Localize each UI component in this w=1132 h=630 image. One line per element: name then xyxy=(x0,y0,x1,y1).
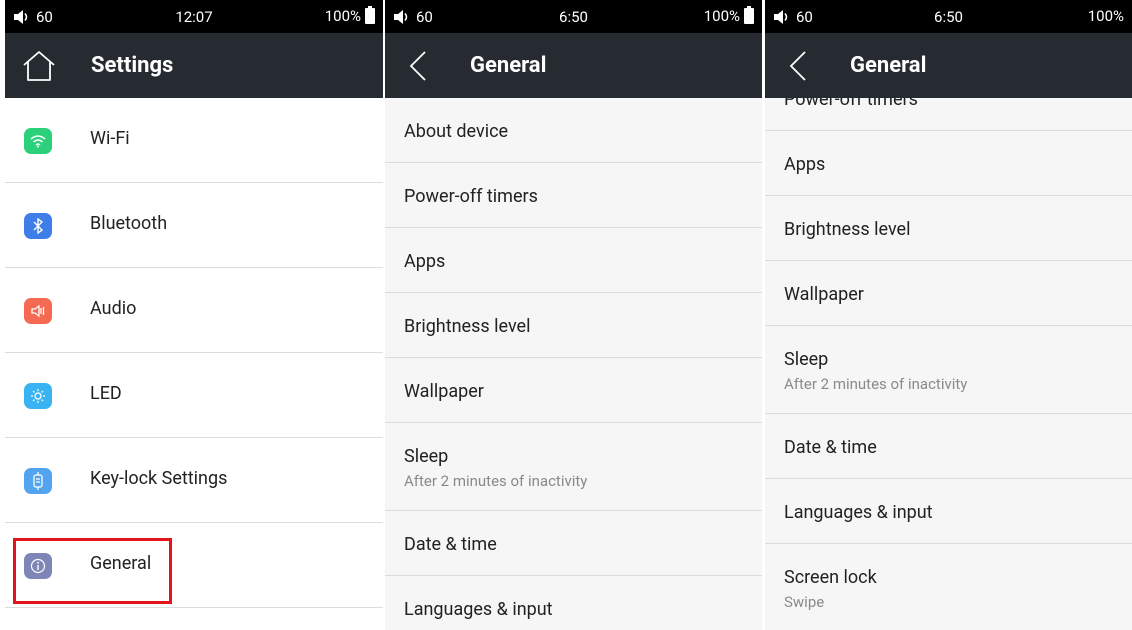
info-icon xyxy=(24,553,52,579)
list-item[interactable]: Brightness level xyxy=(385,293,762,358)
settings-item-label: General xyxy=(90,553,152,574)
list-item[interactable]: Screen lock Swipe xyxy=(765,544,1132,630)
clock: 6:50 xyxy=(934,8,963,26)
list-item-label: About device xyxy=(404,121,509,142)
list-item-label: Date & time xyxy=(784,437,877,458)
list-item[interactable]: Wallpaper xyxy=(385,358,762,423)
speaker-icon xyxy=(24,298,52,324)
general-list: About device Power-off timers Apps Brigh… xyxy=(385,98,762,630)
list-item[interactable]: Date & time xyxy=(765,414,1132,479)
app-bar: General xyxy=(385,33,762,98)
list-item-label: Languages & input xyxy=(404,599,553,620)
battery-percent: 100% xyxy=(703,7,740,25)
back-icon[interactable] xyxy=(401,48,437,84)
settings-item-label: LED xyxy=(90,383,122,404)
battery-indicator: 100% xyxy=(703,6,754,25)
list-item[interactable]: Power-off timers xyxy=(385,163,762,228)
list-item-label: Sleep xyxy=(404,446,449,467)
app-bar: Settings xyxy=(5,33,383,98)
wifi-icon xyxy=(24,128,52,154)
list-item-label: Apps xyxy=(404,251,446,272)
list-item[interactable]: About device xyxy=(385,98,762,163)
settings-screen: 60 12:07 100% Settings Wi-Fi Bluetooth A… xyxy=(5,0,383,630)
list-item-subtitle: Swipe xyxy=(784,593,825,611)
list-item-label: Screen lock xyxy=(784,567,877,588)
list-item-label: Languages & input xyxy=(784,502,933,523)
battery-icon xyxy=(744,6,754,24)
list-item-label: Wallpaper xyxy=(784,284,864,305)
list-item-label: Sleep xyxy=(784,349,829,370)
key-lock-icon xyxy=(24,468,52,494)
battery-indicator: 100% xyxy=(1088,7,1124,25)
list-item[interactable]: Sleep After 2 minutes of inactivity xyxy=(765,326,1132,414)
list-item[interactable]: Apps xyxy=(765,131,1132,196)
status-bar: 60 6:50 100% xyxy=(765,0,1132,33)
battery-icon xyxy=(365,6,375,24)
list-item[interactable]: Apps xyxy=(385,228,762,293)
settings-item-audio[interactable]: Audio xyxy=(5,268,383,353)
general-screen-scrolled: Power-off timers Apps Brightness level W… xyxy=(765,0,1132,630)
settings-item-label: Wi-Fi xyxy=(90,128,130,149)
home-icon[interactable] xyxy=(21,48,57,84)
battery-indicator: 100% xyxy=(324,6,375,25)
settings-item-led[interactable]: LED xyxy=(5,353,383,438)
settings-item-general[interactable]: General xyxy=(5,523,383,608)
page-title: General xyxy=(850,53,927,78)
list-item-label: Brightness level xyxy=(784,219,911,240)
list-item[interactable]: Wallpaper xyxy=(765,261,1132,326)
list-item-subtitle: After 2 minutes of inactivity xyxy=(404,472,588,490)
battery-percent: 100% xyxy=(1087,7,1124,25)
general-list: Power-off timers Apps Brightness level W… xyxy=(765,66,1132,630)
app-bar: General xyxy=(765,33,1132,98)
settings-item-label: Key-lock Settings xyxy=(90,468,228,489)
page-title: Settings xyxy=(91,53,174,78)
settings-item-bluetooth[interactable]: Bluetooth xyxy=(5,183,383,268)
list-item-label: Apps xyxy=(784,154,826,175)
settings-item-label: Bluetooth xyxy=(90,213,168,234)
settings-item-wifi[interactable]: Wi-Fi xyxy=(5,98,383,183)
list-item-label: Brightness level xyxy=(404,316,531,337)
list-item[interactable]: Brightness level xyxy=(765,196,1132,261)
status-bar: 60 6:50 100% xyxy=(385,0,762,33)
sun-icon xyxy=(24,383,52,409)
list-item-label: Date & time xyxy=(404,534,497,555)
list-item[interactable]: Languages & input xyxy=(385,576,762,630)
list-item[interactable]: Languages & input xyxy=(765,479,1132,544)
back-icon[interactable] xyxy=(781,48,817,84)
list-item-label: Wallpaper xyxy=(404,381,484,402)
list-item[interactable]: Date & time xyxy=(385,511,762,576)
list-item-label: Power-off timers xyxy=(404,186,538,207)
status-bar: 60 12:07 100% xyxy=(5,0,383,33)
settings-list: Wi-Fi Bluetooth Audio LED Key-lock Setti… xyxy=(5,98,383,630)
page-title: General xyxy=(470,53,547,78)
general-screen: 60 6:50 100% General About device Power-… xyxy=(385,0,762,630)
settings-item-key-lock[interactable]: Key-lock Settings xyxy=(5,438,383,523)
battery-percent: 100% xyxy=(324,7,361,25)
list-item[interactable]: Sleep After 2 minutes of inactivity xyxy=(385,423,762,511)
bluetooth-icon xyxy=(24,213,52,239)
list-item-subtitle: After 2 minutes of inactivity xyxy=(784,375,968,393)
settings-item-label: Audio xyxy=(90,298,137,319)
